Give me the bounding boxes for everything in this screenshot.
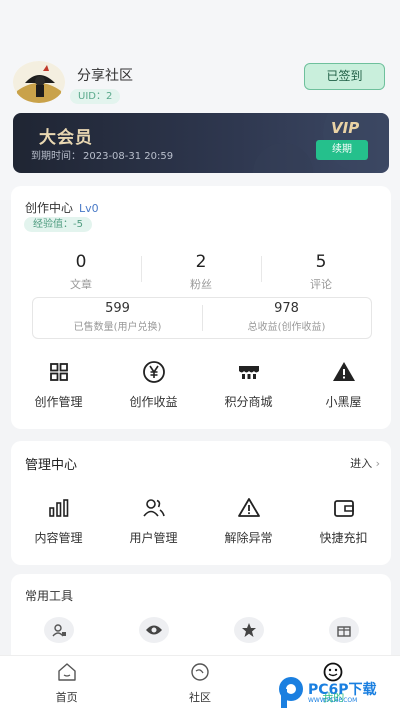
content-manage-button[interactable]: 内容管理 (11, 496, 106, 546)
creator-center-title: 创作中心 Lv0 (25, 199, 99, 216)
avatar[interactable] (13, 61, 65, 103)
creation-income-button[interactable]: 创作收益 (106, 360, 201, 410)
stat-comments[interactable]: 5 评论 (261, 252, 381, 292)
star-icon (241, 623, 256, 637)
sale-value: 978 (274, 301, 299, 316)
yen-icon (142, 361, 165, 383)
warning-filled-icon (332, 362, 355, 381)
creator-level: Lv0 (79, 202, 99, 215)
uid-badge: UID：2 (70, 89, 121, 104)
username: 分享社区 (77, 68, 133, 84)
nav-label: 首页 (55, 691, 78, 704)
stat-value: 0 (75, 252, 87, 272)
sold-count[interactable]: 599 已售数量(用户兑换) (33, 298, 202, 338)
stat-value: 2 (195, 252, 207, 272)
community-icon (191, 663, 209, 681)
wallet-icon (333, 500, 354, 517)
nav-home[interactable]: 首页 (0, 656, 133, 711)
vip-expire: 到期时间： 2023-08-31 20:59 (29, 147, 173, 162)
grid-icon (49, 363, 68, 381)
stat-label: 评论 (310, 278, 332, 291)
stat-label: 文章 (70, 278, 92, 291)
action-label: 积分商城 (224, 395, 273, 409)
sales-summary: 599 已售数量(用户兑换) 978 总收益(创作收益) (32, 297, 372, 339)
creator-center-card: 创作中心 Lv0 经验值：-5 0 文章 2 粉丝 5 评论 599 已售数量(用… (11, 186, 391, 429)
points-mall-button[interactable]: 积分商城 (201, 360, 296, 410)
enter-link[interactable]: 进入 › (350, 455, 380, 471)
blackroom-button[interactable]: 小黑屋 (296, 360, 391, 410)
watermark: PC6P下载 WWW.PC6P.COM (276, 674, 400, 711)
nav-label: 社区 (188, 691, 211, 704)
tool-products[interactable] (296, 617, 391, 643)
gift-icon (336, 626, 351, 637)
warning-icon (237, 498, 260, 517)
tool-follows[interactable] (106, 617, 201, 643)
watermark-logo-icon (279, 677, 303, 708)
vip-expire-label: 到期时间： (31, 151, 81, 162)
creation-manage-button[interactable]: 创作管理 (11, 360, 106, 410)
creator-stats: 0 文章 2 粉丝 5 评论 (21, 252, 381, 292)
eye-icon (145, 625, 162, 635)
stat-articles[interactable]: 0 文章 (21, 252, 141, 292)
total-income[interactable]: 978 总收益(创作收益) (202, 298, 371, 338)
action-label: 创作收益 (129, 395, 178, 409)
stat-value: 5 (315, 252, 327, 272)
creator-center-label: 创作中心 (25, 201, 74, 215)
sale-value: 599 (105, 301, 130, 316)
management-title: 管理中心 (25, 458, 78, 473)
management-actions: 内容管理 用户管理 解除异常 快捷充扣 (11, 496, 391, 546)
quick-recharge-button[interactable]: 快捷充扣 (296, 496, 391, 546)
sale-label: 已售数量(用户兑换) (73, 322, 162, 333)
vip-badge: VIP (331, 119, 360, 137)
action-label: 解除异常 (224, 531, 273, 545)
exp-badge: 经验值：-5 (24, 217, 92, 232)
action-label: 用户管理 (129, 531, 178, 545)
clear-exception-button[interactable]: 解除异常 (201, 496, 296, 546)
watermark-text: PC6P下载 (308, 682, 377, 698)
action-label: 内容管理 (34, 531, 83, 545)
tools-title: 常用工具 (25, 589, 74, 603)
signed-in-button[interactable]: 已签到 (304, 63, 385, 90)
chevron-right-icon: › (375, 457, 380, 470)
creator-actions: 创作管理 创作收益 积分商城 小黑屋 (11, 360, 391, 410)
enter-label: 进入 (350, 457, 373, 470)
tools-row (11, 617, 391, 643)
vip-expire-time: 2023-08-31 20:59 (83, 151, 174, 162)
home-icon (57, 663, 76, 681)
user-card-icon (51, 624, 66, 637)
shop-icon (238, 366, 259, 379)
tool-user-info[interactable] (11, 617, 106, 643)
action-label: 快捷充扣 (319, 531, 368, 545)
management-center-card: 管理中心 进入 › 内容管理 用户管理 解除异常 快捷充扣 (11, 441, 391, 565)
nav-community[interactable]: 社区 (133, 656, 266, 711)
watermark-subtext: WWW.PC6P.COM (308, 697, 358, 704)
renew-button[interactable]: 续期 (316, 140, 368, 160)
vip-title: 大会员 (39, 128, 93, 148)
users-icon (142, 499, 165, 517)
tool-favorites[interactable] (201, 617, 296, 643)
common-tools-card: 常用工具 (11, 574, 391, 664)
bars-icon (48, 499, 68, 517)
sale-label: 总收益(创作收益) (247, 322, 326, 333)
vip-banner[interactable]: 大会员 到期时间： 2023-08-31 20:59 VIP 续期 (13, 113, 389, 173)
user-manage-button[interactable]: 用户管理 (106, 496, 201, 546)
stat-fans[interactable]: 2 粉丝 (141, 252, 261, 292)
action-label: 小黑屋 (325, 395, 362, 409)
action-label: 创作管理 (34, 395, 83, 409)
stat-label: 粉丝 (190, 278, 212, 291)
